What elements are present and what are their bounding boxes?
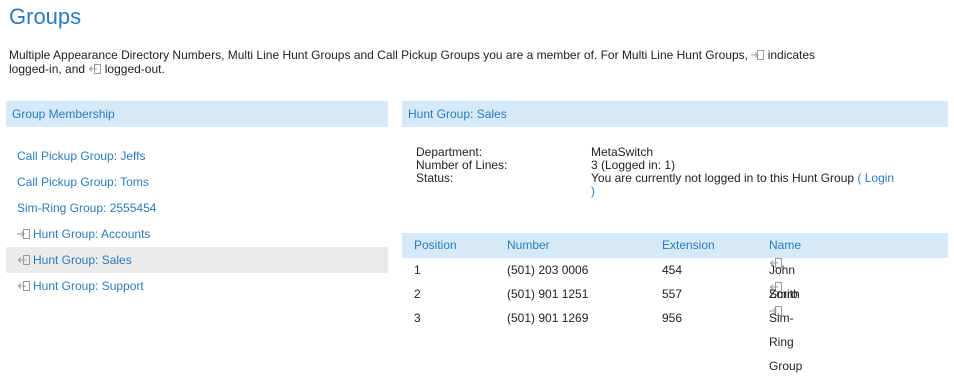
login-link-close: ) <box>591 184 595 198</box>
group-item-hunt-sales[interactable]: Hunt Group: Sales <box>6 247 388 273</box>
group-item-label: Sim-Ring Group: 2555454 <box>17 201 157 215</box>
group-item-label: Hunt Group: Support <box>33 279 144 293</box>
cell-position: 2 <box>414 287 421 301</box>
cell-position: 3 <box>414 311 421 325</box>
status-value: You are currently not logged in to this … <box>591 172 951 198</box>
table-row: 3 (501) 901 1269 956 Sim-Ring Group <box>402 306 948 373</box>
cell-name-text: Zorro <box>769 287 798 301</box>
status-label: Status: <box>416 171 454 185</box>
group-item-hunt-support[interactable]: Hunt Group: Support <box>6 273 388 299</box>
cell-number: (501) 901 1251 <box>507 287 589 301</box>
intro-part-4: logged-out. <box>104 62 165 76</box>
status-text: You are currently not logged in to this … <box>591 171 855 185</box>
group-item-label: Call Pickup Group: Jeffs <box>17 149 146 163</box>
cell-position: 1 <box>414 263 421 277</box>
group-item-hunt-accounts[interactable]: Hunt Group: Accounts <box>6 221 388 247</box>
group-item-sim-ring[interactable]: Sim-Ring Group: 2555454 <box>6 195 388 221</box>
column-header-name[interactable]: Name <box>769 233 801 258</box>
group-item-label: Hunt Group: Sales <box>33 253 132 267</box>
intro-part-3: logged-in, and <box>9 62 86 76</box>
table-row: 1 (501) 203 0006 454 John Smith <box>402 258 948 301</box>
group-membership-list: Call Pickup Group: Jeffs Call Pickup Gro… <box>6 143 388 299</box>
cell-extension: 956 <box>662 311 683 325</box>
cell-number: (501) 203 0006 <box>507 263 589 277</box>
cell-extension: 454 <box>662 263 683 277</box>
intro-text: Multiple Appearance Directory Numbers, M… <box>9 48 945 76</box>
table-row: 2 (501) 901 1251 557 Zorro <box>402 282 948 306</box>
group-item-call-pickup-toms[interactable]: Call Pickup Group: Toms <box>6 169 388 195</box>
group-item-call-pickup-jeffs[interactable]: Call Pickup Group: Jeffs <box>6 143 388 169</box>
group-item-label: Call Pickup Group: Toms <box>17 175 149 189</box>
column-header-number[interactable]: Number <box>507 233 550 258</box>
cell-name-text: Sim-Ring Group <box>769 311 803 373</box>
group-membership-header: Group Membership <box>6 101 388 127</box>
intro-part-2: indicates <box>767 48 816 62</box>
logged-in-icon <box>751 50 765 60</box>
column-header-position[interactable]: Position <box>414 233 457 258</box>
intro-part-1: Multiple Appearance Directory Numbers, M… <box>9 48 748 62</box>
logged-out-icon <box>88 64 102 74</box>
logged-in-icon <box>17 229 30 239</box>
table-header-row: Position Number Extension Name <box>402 233 948 258</box>
cell-number: (501) 901 1269 <box>507 311 589 325</box>
page-title: Groups <box>9 4 82 29</box>
hunt-group-header: Hunt Group: Sales <box>402 101 948 127</box>
login-link-open: ( Login <box>857 171 895 185</box>
hunt-group-members-table: Position Number Extension Name 1 (501) 2… <box>402 233 948 373</box>
logged-out-icon <box>17 255 30 265</box>
column-header-extension[interactable]: Extension <box>662 233 715 258</box>
cell-extension: 557 <box>662 287 683 301</box>
logged-out-icon <box>17 281 30 291</box>
group-item-label: Hunt Group: Accounts <box>33 227 151 241</box>
